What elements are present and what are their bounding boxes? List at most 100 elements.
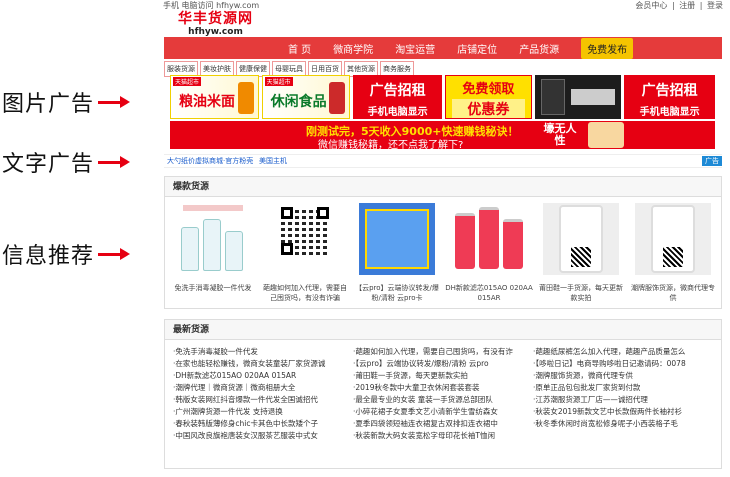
product-caption: 潮牌服饰货源，微商代理专供 — [631, 284, 715, 302]
banner-subline: 微信赚钱秘籍，还不点我了解下? — [318, 140, 464, 149]
list-item[interactable]: ·春秋装韩版薄修身chic卡其色中长款矮个子 — [173, 418, 353, 430]
list-item[interactable]: ·葩趣如何加入代理，需要自己囤货吗，有没有诈 — [353, 346, 533, 358]
text-ad-link[interactable]: 美国主机 — [256, 156, 348, 166]
list-item[interactable]: ·最全最专业的女装 童装一手货源总部团队 — [353, 394, 533, 406]
annotation-label: 信息推荐 — [2, 244, 95, 269]
ad-subtitle: 优惠券 — [451, 99, 525, 118]
separator: | — [699, 1, 703, 10]
ad-title: 广告招租 — [641, 83, 698, 99]
hot-products-panel: 爆款货源 免洗手消毒凝胶一件代发 葩趣如何加入代理，需要自己囤货吗，有没有诈骗 — [164, 176, 722, 309]
ad-app-promo[interactable] — [534, 75, 622, 119]
list-item[interactable]: ·秋装女2019新款文艺中长款假两件长袖衬衫 — [533, 406, 713, 418]
product-caption: DH新款滤芯015AO 020AA 015AR — [445, 284, 533, 302]
arrow-right-icon — [98, 248, 131, 260]
list-item[interactable]: ·潮牌代理｜微商货源｜微商相册大全 — [173, 382, 353, 394]
logo-cn: 华丰货源网 — [178, 11, 253, 27]
ad-tag: 天猫超市 — [264, 77, 293, 86]
panel-title: 最新货源 — [165, 320, 721, 340]
panel-title: 爆款货源 — [165, 177, 721, 197]
qr-code-image — [267, 203, 343, 275]
annotation-label: 文字广告 — [2, 152, 95, 177]
ad-subtitle: 手机电脑显示 — [367, 107, 428, 118]
nav-taobao[interactable]: 淘宝运营 — [395, 41, 435, 56]
ad-grain-oil[interactable]: 天猫超市 粮油米面 — [170, 75, 259, 119]
list-item[interactable]: ·广州潮牌货源一件代发 支持退换 — [173, 406, 353, 418]
ad-text: 休闲食品 — [270, 94, 327, 110]
text-ads-row: 大勺纸价虚拟商城·官方粉壳 美国主机 广告 — [164, 154, 722, 168]
annotation-info-recommend: 信息推荐 — [2, 238, 131, 270]
product-grid: 免洗手消毒凝胶一件代发 葩趣如何加入代理，需要自己囤货吗，有没有诈骗 【云pro… — [165, 197, 721, 303]
nav-shop-position[interactable]: 店铺定位 — [457, 41, 497, 56]
list-item[interactable]: ·2019秋冬款中大童卫衣休闲套装套装 — [353, 382, 533, 394]
product-caption: 葩趣如何加入代理，需要自己囤货吗，有没有诈骗 — [263, 284, 347, 302]
list-item[interactable]: ·秋冬季休闲时尚宽松修身呢子小西装格子毛 — [533, 418, 713, 430]
annotation-image-ads: 图片广告 — [2, 86, 131, 118]
ad-snacks[interactable]: 天猫超市 休闲食品 — [261, 75, 351, 119]
product-card[interactable]: 莆田鞋一手货源，每天更新款实拍 — [535, 203, 627, 303]
product-card[interactable]: 【云pro】云端协议转发/爆粉/清粉 云pro卡 — [351, 203, 443, 303]
list-item[interactable]: ·夏季四袋领短袖连衣裙复古双排扣连衣裙中 — [353, 418, 533, 430]
nav-wechat-academy[interactable]: 微商学院 — [333, 41, 373, 56]
list-item[interactable]: ·小碎花裙子女夏季文艺小清新学生雪纺森女 — [353, 406, 533, 418]
list-item[interactable]: ·秋装新款大码女装宽松字母印花长袖T恤闲 — [353, 430, 533, 442]
logo-en: hfhyw.com — [188, 27, 243, 37]
latest-column-2: ·葩趣如何加入代理，需要自己囤货吗，有没有诈 ·【云pro】云端协议转发/爆粉/… — [353, 346, 533, 442]
latest-column-1: ·免洗手消毒凝胶一件代发 ·在家也能轻松赚钱，微商女装童装厂家货源诚 ·DH新款… — [173, 346, 353, 442]
list-item[interactable]: ·潮牌服饰货源，微商代理专供 — [533, 370, 713, 382]
nav-home[interactable]: 首 页 — [288, 41, 311, 56]
list-item[interactable]: ·【哆啦日记】电商导购哆啦日记邀请码：0078 — [533, 358, 713, 370]
list-item[interactable]: ·中国风改良旗袍唐装女汉服茶艺服装中式女 — [173, 430, 353, 442]
account-links: 会员中心 | 注册 | 登录 — [633, 0, 723, 12]
ad-title: 广告招租 — [369, 83, 426, 99]
ad-coupon[interactable]: 免费领取 优惠券 — [444, 75, 532, 119]
arrow-right-icon — [98, 96, 131, 108]
latest-column-3: ·葩趣纸尿裤怎么加入代理，葩趣产品质量怎么 ·【哆啦日记】电商导购哆啦日记邀请码… — [533, 346, 713, 442]
ad-banner-earn[interactable]: 刚测试完，5天收入9000+快速赚钱秘诀！ 微信赚钱秘籍，还不点我了解下? 壕无… — [170, 121, 715, 149]
member-center-link[interactable]: 会员中心 — [635, 1, 667, 10]
register-link[interactable]: 注册 — [679, 1, 695, 10]
ad-for-rent-2[interactable]: 广告招租 手机电脑显示 — [624, 75, 715, 119]
banner-slogan: 壕无人性 — [543, 122, 577, 147]
separator: | — [671, 1, 675, 10]
product-card[interactable]: DH新款滤芯015AO 020AA 015AR — [443, 203, 535, 303]
arrow-right-icon — [98, 156, 131, 168]
product-caption: 【云pro】云端协议转发/爆粉/清粉 云pro卡 — [355, 284, 439, 302]
list-item[interactable]: ·【云pro】云端协议转发/爆粉/清粉 云pro — [353, 358, 533, 370]
list-item[interactable]: ·葩趣纸尿裤怎么加入代理，葩趣产品质量怎么 — [533, 346, 713, 358]
ad-text: 粮油米面 — [179, 94, 235, 110]
text-ad-link[interactable]: 大勺纸价虚拟商城·官方粉壳 — [164, 156, 256, 166]
phone-icon — [540, 79, 565, 115]
main-nav: 首 页 微商学院 淘宝运营 店铺定位 产品货源 免费发布 — [164, 37, 722, 59]
list-item[interactable]: ·DH新款滤芯015AO 020AA 015AR — [173, 370, 353, 382]
list-item[interactable]: ·免洗手消毒凝胶一件代发 — [173, 346, 353, 358]
latest-list: ·免洗手消毒凝胶一件代发 ·在家也能轻松赚钱，微商女装童装厂家货源诚 ·DH新款… — [165, 340, 721, 442]
phone-screenshot-image — [635, 203, 711, 275]
cloud-pro-image — [359, 203, 435, 275]
free-publish-button[interactable]: 免费发布 — [581, 37, 634, 59]
list-item[interactable]: ·在家也能轻松赚钱，微商女装童装厂家货源诚 — [173, 358, 353, 370]
nav-products[interactable]: 产品货源 — [519, 41, 559, 56]
product-card[interactable]: 潮牌服饰货源，微商代理专供 — [627, 203, 719, 303]
cartoon-avatar-icon — [588, 122, 624, 148]
ad-subtitle: 手机电脑显示 — [639, 107, 700, 118]
list-item[interactable]: ·韩版女装网红抖音爆款一件代发全国诚招代 — [173, 394, 353, 406]
ad-for-rent-1[interactable]: 广告招租 手机电脑显示 — [353, 75, 442, 119]
ad-title: 免费领取 — [462, 82, 515, 97]
sanitizer-image — [175, 203, 251, 275]
product-caption: 莆田鞋一手货源，每天更新款实拍 — [539, 284, 623, 302]
product-caption: 免洗手消毒凝胶一件代发 — [174, 284, 252, 292]
list-item[interactable]: ·莆田鞋一手货源，每天更新款实拍 — [353, 370, 533, 382]
list-item[interactable]: ·江苏潮服货源工厂店——诚招代理 — [533, 394, 713, 406]
ad-badge: 广告 — [702, 156, 722, 166]
product-bag-icon — [237, 82, 254, 114]
promo-graphic — [570, 89, 615, 105]
product-card[interactable]: 葩趣如何加入代理，需要自己囤货吗，有没有诈骗 — [259, 203, 351, 303]
latest-products-panel: 最新货源 ·免洗手消毒凝胶一件代发 ·在家也能轻松赚钱，微商女装童装厂家货源诚 … — [164, 319, 722, 469]
list-item[interactable]: ·原单正品包包批发厂家货到付款 — [533, 382, 713, 394]
site-logo[interactable]: 华丰货源网 hfhyw.com — [178, 11, 253, 38]
phone-screenshot-image — [543, 203, 619, 275]
filter-image — [451, 203, 527, 275]
product-bag-icon — [329, 82, 346, 114]
login-link[interactable]: 登录 — [707, 1, 723, 10]
product-card[interactable]: 免洗手消毒凝胶一件代发 — [167, 203, 259, 303]
